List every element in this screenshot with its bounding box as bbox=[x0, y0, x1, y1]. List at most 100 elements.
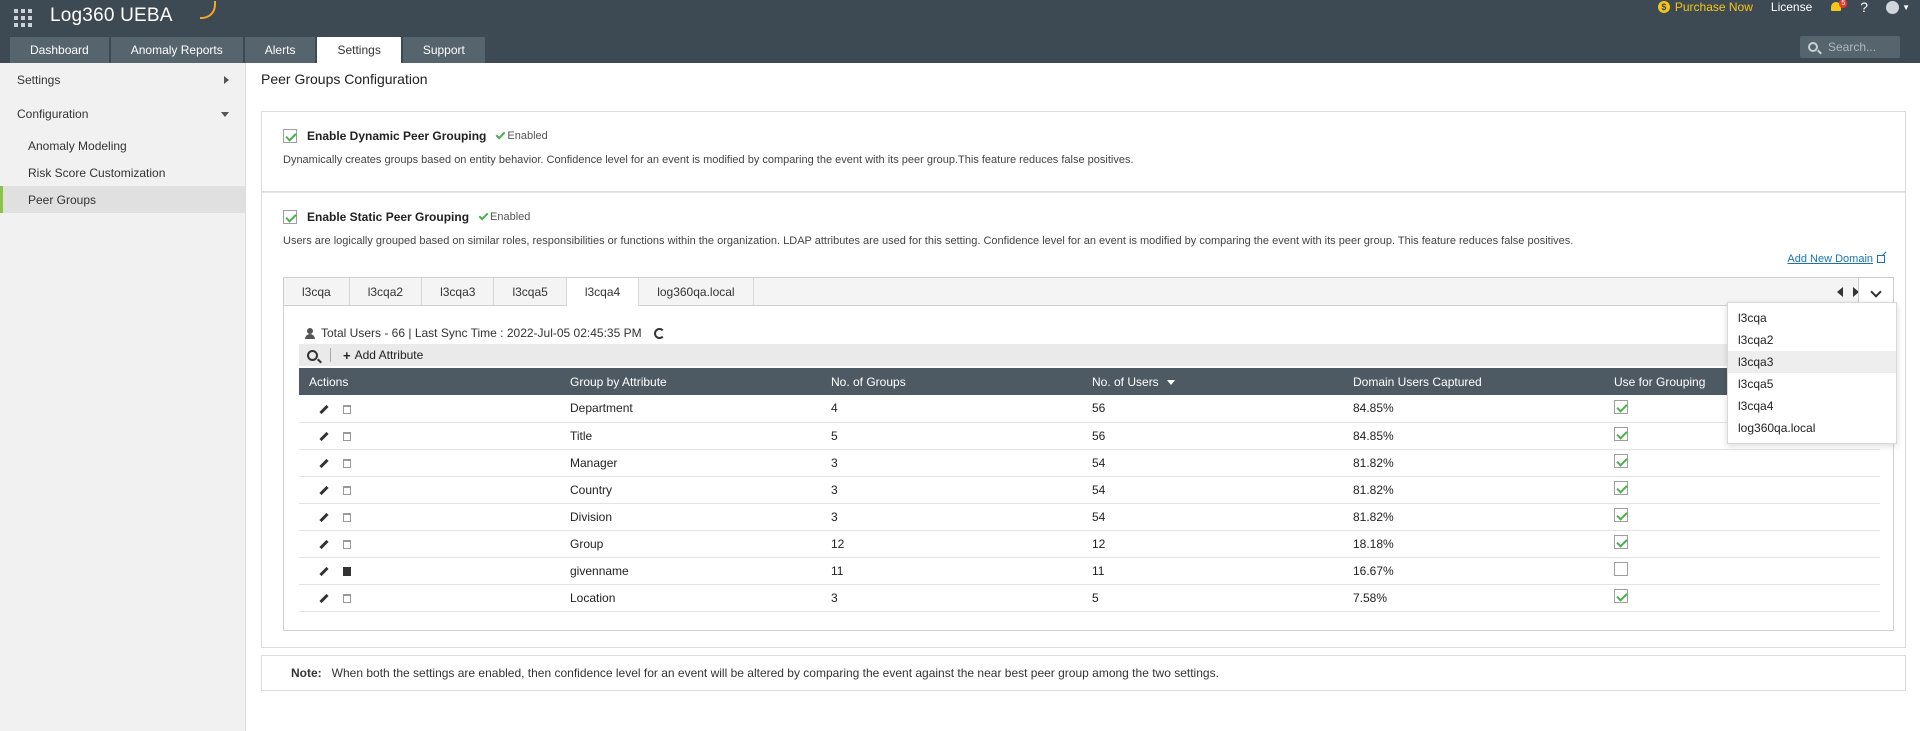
sidebar-settings-group[interactable]: Settings bbox=[0, 64, 245, 96]
tab-domain-l3cqa4[interactable]: l3cqa4 bbox=[566, 278, 640, 306]
alert-count-badge: 5 bbox=[1839, 0, 1848, 8]
cell-no-of-groups[interactable]: 11 bbox=[821, 557, 1082, 585]
tab-domain-l3cqa3[interactable]: l3cqa3 bbox=[422, 278, 495, 305]
use-for-grouping-checkbox[interactable] bbox=[1614, 454, 1628, 468]
cell-no-of-users[interactable]: 56 bbox=[1082, 395, 1343, 423]
use-for-grouping-checkbox[interactable] bbox=[1614, 535, 1628, 549]
table-search-icon[interactable] bbox=[307, 349, 318, 361]
cell-no-of-groups[interactable]: 3 bbox=[821, 476, 1082, 504]
sidebar-settings-label: Settings bbox=[17, 73, 61, 87]
cell-no-of-users[interactable]: 54 bbox=[1082, 503, 1343, 531]
col-no-of-groups[interactable]: No. of Groups bbox=[821, 368, 1082, 395]
tab-settings[interactable]: Settings bbox=[317, 37, 401, 63]
help-icon[interactable]: ? bbox=[1860, 0, 1868, 15]
dynamic-peer-grouping-row: Enable Dynamic Peer Grouping Enabled bbox=[283, 129, 548, 143]
delete-icon[interactable] bbox=[343, 458, 351, 468]
toolbar-divider bbox=[330, 348, 331, 362]
delete-icon[interactable] bbox=[343, 404, 351, 414]
edit-icon[interactable] bbox=[319, 458, 329, 468]
use-for-grouping-checkbox[interactable] bbox=[1614, 508, 1628, 522]
purchase-now-link[interactable]: $ Purchase Now bbox=[1657, 0, 1753, 14]
cell-no-of-users[interactable]: 54 bbox=[1082, 476, 1343, 504]
use-for-grouping-checkbox[interactable] bbox=[1614, 427, 1628, 441]
delete-icon[interactable] bbox=[343, 512, 351, 522]
col-no-of-users[interactable]: No. of Users bbox=[1082, 368, 1343, 395]
dropdown-option-l3cqa[interactable]: l3cqa bbox=[1728, 307, 1896, 329]
tab-dashboard[interactable]: Dashboard bbox=[10, 37, 109, 63]
cell-no-of-users[interactable]: 54 bbox=[1082, 449, 1343, 477]
cell-no-of-groups[interactable]: 3 bbox=[821, 449, 1082, 477]
edit-icon[interactable] bbox=[319, 485, 329, 495]
delete-icon[interactable] bbox=[343, 431, 351, 441]
cell-no-of-users[interactable]: 56 bbox=[1082, 422, 1343, 450]
cell-attribute: Title bbox=[560, 422, 821, 450]
col-domain-users-captured[interactable]: Domain Users Captured bbox=[1343, 368, 1604, 395]
use-for-grouping-checkbox[interactable] bbox=[1614, 481, 1628, 495]
dynamic-peer-grouping-checkbox[interactable] bbox=[283, 129, 297, 143]
sidebar-item-anomaly-modeling[interactable]: Anomaly Modeling bbox=[0, 132, 245, 159]
dynamic-peer-grouping-label: Enable Dynamic Peer Grouping bbox=[307, 129, 487, 143]
delete-icon[interactable] bbox=[343, 566, 351, 576]
delete-icon[interactable] bbox=[343, 539, 351, 549]
cell-no-of-users[interactable]: 11 bbox=[1082, 557, 1343, 585]
sidebar: Settings Configuration Anomaly Modeling … bbox=[0, 63, 246, 731]
use-for-grouping-checkbox[interactable] bbox=[1614, 562, 1628, 576]
status-text: Enabled bbox=[490, 211, 531, 223]
dropdown-option-l3cqa3[interactable]: l3cqa3 bbox=[1728, 351, 1896, 373]
tab-alerts[interactable]: Alerts bbox=[244, 37, 316, 63]
cell-no-of-groups[interactable]: 3 bbox=[821, 503, 1082, 531]
delete-icon[interactable] bbox=[343, 485, 351, 495]
row-actions bbox=[299, 557, 560, 585]
external-link-icon bbox=[1877, 255, 1885, 263]
sidebar-item-risk-score-customization[interactable]: Risk Score Customization bbox=[0, 159, 245, 186]
edit-icon[interactable] bbox=[319, 539, 329, 549]
dropdown-option-log360qa-local[interactable]: log360qa.local bbox=[1728, 417, 1896, 439]
user-menu[interactable]: ▼ bbox=[1886, 0, 1910, 14]
alerts-bell-icon[interactable]: 5 bbox=[1830, 0, 1848, 13]
cell-domain-users-captured: 84.85% bbox=[1343, 422, 1604, 450]
cell-no-of-users[interactable]: 5 bbox=[1082, 584, 1343, 612]
tab-domain-l3cqa2[interactable]: l3cqa2 bbox=[350, 278, 423, 305]
refresh-icon[interactable] bbox=[653, 327, 665, 339]
dropdown-option-l3cqa2[interactable]: l3cqa2 bbox=[1728, 329, 1896, 351]
add-attribute-button[interactable]: + Add Attribute bbox=[343, 348, 423, 363]
edit-icon[interactable] bbox=[319, 404, 329, 414]
search-input[interactable] bbox=[1828, 40, 1898, 54]
scroll-left-icon[interactable] bbox=[1837, 286, 1843, 297]
tab-domain-l3cqa5[interactable]: l3cqa5 bbox=[494, 278, 567, 305]
delete-icon[interactable] bbox=[343, 593, 351, 603]
cell-no-of-groups[interactable]: 3 bbox=[821, 584, 1082, 612]
tab-anomaly-reports[interactable]: Anomaly Reports bbox=[110, 37, 243, 63]
license-link[interactable]: License bbox=[1771, 0, 1812, 14]
cell-no-of-groups[interactable]: 5 bbox=[821, 422, 1082, 450]
note-box: Note: When both the settings are enabled… bbox=[261, 655, 1906, 691]
cell-no-of-groups[interactable]: 12 bbox=[821, 530, 1082, 558]
cell-no-of-users[interactable]: 12 bbox=[1082, 530, 1343, 558]
edit-icon[interactable] bbox=[319, 566, 329, 576]
dropdown-option-l3cqa4[interactable]: l3cqa4 bbox=[1728, 395, 1896, 417]
cell-domain-users-captured: 81.82% bbox=[1343, 476, 1604, 504]
add-new-domain-link[interactable]: Add New Domain bbox=[1787, 253, 1885, 265]
tab-domain-log360qa-local[interactable]: log360qa.local bbox=[639, 278, 754, 305]
edit-icon[interactable] bbox=[319, 431, 329, 441]
user-avatar-icon bbox=[1886, 0, 1900, 14]
app-grid-icon[interactable] bbox=[14, 9, 32, 27]
use-for-grouping-checkbox[interactable] bbox=[1614, 399, 1628, 414]
coin-icon: $ bbox=[1657, 1, 1670, 13]
cell-no-of-groups[interactable]: 4 bbox=[821, 395, 1082, 423]
edit-icon[interactable] bbox=[319, 593, 329, 603]
table-row: givenname 11 11 16.67% bbox=[299, 557, 1880, 585]
cell-use-for-grouping bbox=[1604, 503, 1880, 531]
sort-desc-icon bbox=[1166, 379, 1175, 385]
dropdown-option-l3cqa5[interactable]: l3cqa5 bbox=[1728, 373, 1896, 395]
use-for-grouping-checkbox[interactable] bbox=[1614, 589, 1628, 603]
tab-support[interactable]: Support bbox=[402, 37, 485, 63]
sidebar-item-peer-groups[interactable]: Peer Groups bbox=[0, 186, 245, 213]
product-logo[interactable]: Log360 UEBA bbox=[50, 1, 216, 27]
static-peer-grouping-checkbox[interactable] bbox=[283, 210, 297, 224]
edit-icon[interactable] bbox=[319, 512, 329, 522]
logo-text: Log360 UEBA bbox=[50, 5, 173, 26]
sidebar-configuration-group[interactable]: Configuration bbox=[0, 98, 245, 130]
col-group-by-attribute[interactable]: Group by Attribute bbox=[560, 368, 821, 395]
tab-domain-l3cqa[interactable]: l3cqa bbox=[284, 278, 350, 305]
